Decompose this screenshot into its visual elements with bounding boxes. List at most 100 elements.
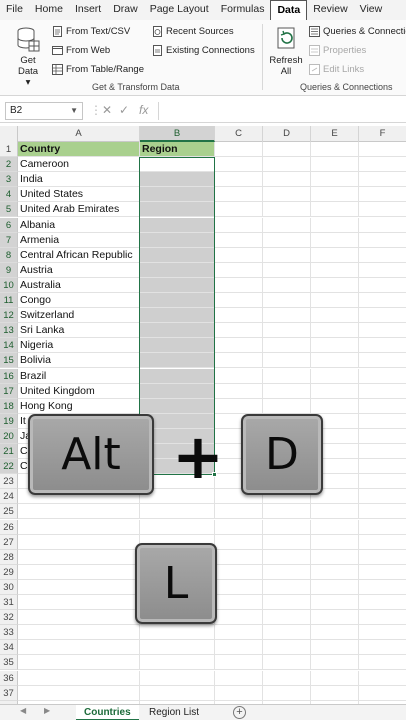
cell-f[interactable] [359, 323, 406, 339]
row-header[interactable]: 6 [0, 217, 18, 233]
cell-a[interactable] [18, 670, 140, 686]
cell-a[interactable] [18, 595, 140, 611]
cell-c[interactable] [215, 670, 263, 686]
row-header[interactable]: 37 [0, 685, 18, 701]
cell-e[interactable] [311, 323, 359, 339]
queries-connections-button[interactable]: Queries & Connections [309, 26, 406, 37]
row-header[interactable]: 24 [0, 489, 18, 505]
existing-connections-button[interactable]: Existing Connections [152, 45, 255, 56]
cell-f[interactable] [359, 233, 406, 248]
row-header[interactable]: 4 [0, 187, 18, 203]
cell-e[interactable] [311, 142, 359, 158]
row-header[interactable]: 35 [0, 655, 18, 671]
cell-c[interactable] [215, 277, 263, 293]
cell-d[interactable] [263, 368, 311, 384]
cell-f[interactable] [359, 338, 406, 354]
cell-e[interactable] [311, 549, 359, 565]
cell-f[interactable] [359, 655, 406, 671]
cell-b[interactable] [140, 262, 215, 278]
row-header[interactable]: 1 [0, 142, 18, 158]
cell-d[interactable] [263, 625, 311, 641]
cell-d[interactable] [263, 670, 311, 686]
cell-c[interactable] [215, 353, 263, 369]
cell-d[interactable] [263, 217, 311, 233]
row-header[interactable]: 25 [0, 504, 18, 520]
cell-a[interactable]: Nigeria [18, 338, 140, 354]
cell-d[interactable] [263, 277, 311, 293]
cancel-icon[interactable]: ✕ [102, 103, 112, 117]
get-data-button[interactable]: Get Data ▾ [10, 26, 46, 88]
row-header[interactable]: 17 [0, 383, 18, 399]
tab-data[interactable]: Data [270, 0, 308, 20]
cell-b[interactable] [140, 277, 215, 293]
cell-e[interactable] [311, 564, 359, 580]
row-header[interactable]: 3 [0, 172, 18, 188]
cell-d[interactable] [263, 308, 311, 324]
row-header[interactable]: 15 [0, 353, 18, 369]
cell-c[interactable] [215, 595, 263, 611]
cell-d[interactable] [263, 383, 311, 399]
row-header[interactable]: 23 [0, 474, 18, 490]
cell-f[interactable] [359, 565, 406, 580]
sheet-tab-countries[interactable]: Countries [76, 705, 139, 720]
cell-c[interactable] [215, 655, 263, 671]
tab-page-layout[interactable]: Page Layout [144, 0, 215, 20]
row-header[interactable]: 14 [0, 338, 18, 354]
cell-a[interactable]: United States [18, 187, 140, 203]
cell-a[interactable] [18, 579, 140, 595]
cell-e[interactable] [311, 247, 359, 263]
cell-d[interactable] [263, 655, 311, 671]
cell-d[interactable] [263, 564, 311, 580]
cell-a[interactable]: Austria [18, 262, 140, 278]
cell-e[interactable] [311, 504, 359, 520]
cell-d[interactable] [263, 398, 311, 414]
cell-e[interactable] [311, 262, 359, 278]
prev-sheet-icon[interactable]: ◀ [20, 706, 26, 715]
recent-sources-button[interactable]: Recent Sources [152, 26, 234, 37]
cell-e[interactable] [311, 353, 359, 369]
tab-file[interactable]: File [0, 0, 29, 20]
row-header[interactable]: 19 [0, 413, 18, 429]
cell-d[interactable] [263, 232, 311, 248]
column-header-c[interactable]: C [215, 126, 263, 142]
cell-b[interactable] [140, 670, 215, 686]
row-header[interactable]: 13 [0, 323, 18, 339]
cell-f[interactable] [359, 640, 406, 656]
cell-b[interactable] [140, 519, 215, 535]
cell-f[interactable] [359, 535, 406, 550]
row-header[interactable]: 11 [0, 293, 18, 309]
cell-c[interactable] [215, 232, 263, 248]
cell-f[interactable] [359, 595, 406, 611]
row-header[interactable]: 2 [0, 157, 18, 173]
cell-e[interactable] [311, 368, 359, 384]
cell-a[interactable] [18, 655, 140, 671]
cell-e[interactable] [311, 640, 359, 656]
cell-b[interactable] [140, 232, 215, 248]
cell-c[interactable] [215, 142, 263, 158]
column-header-b[interactable]: B [140, 126, 215, 142]
cell-e[interactable] [311, 217, 359, 233]
cell-e[interactable] [311, 685, 359, 701]
sheet-tab-region-list[interactable]: Region List [141, 705, 207, 720]
row-header[interactable]: 16 [0, 368, 18, 384]
cell-b[interactable] [140, 338, 215, 354]
row-header[interactable]: 27 [0, 534, 18, 550]
cell-d[interactable] [263, 504, 311, 520]
cell-c[interactable] [215, 534, 263, 550]
column-header-f[interactable]: F [359, 126, 406, 142]
row-header[interactable]: 28 [0, 549, 18, 565]
cell-f[interactable] [359, 248, 406, 263]
cell-c[interactable] [215, 293, 263, 309]
cell-e[interactable] [311, 187, 359, 203]
cell-a[interactable]: Albania [18, 217, 140, 233]
cell-a[interactable]: Brazil [18, 368, 140, 384]
cell-f[interactable] [359, 278, 406, 293]
next-sheet-icon[interactable]: ▶ [44, 706, 50, 715]
cell-d[interactable] [263, 187, 311, 203]
cell-f[interactable] [359, 172, 406, 188]
row-header[interactable]: 34 [0, 640, 18, 656]
cell-e[interactable] [311, 383, 359, 399]
cell-f[interactable] [359, 263, 406, 278]
cell-d[interactable] [263, 323, 311, 339]
cell-c[interactable] [215, 519, 263, 535]
